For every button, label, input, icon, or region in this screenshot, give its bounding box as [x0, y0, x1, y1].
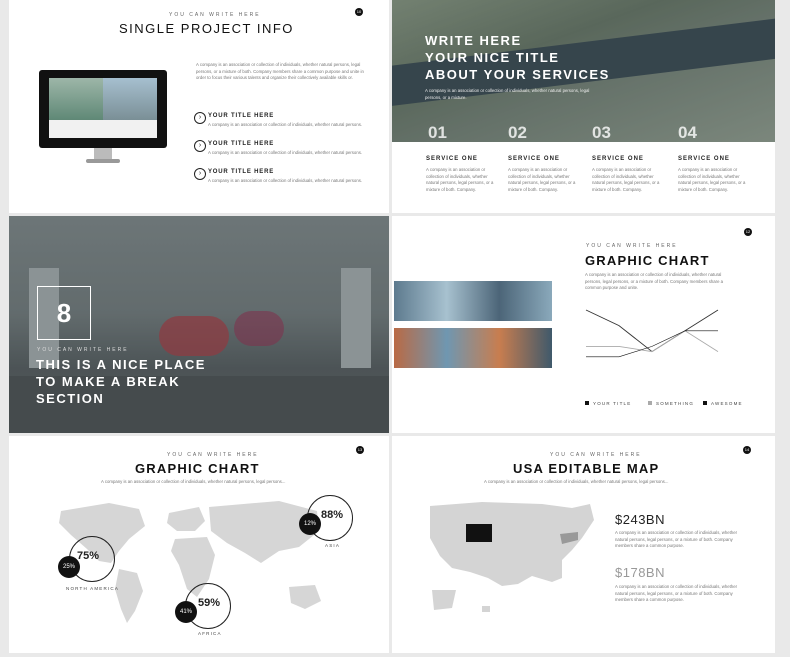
percent-outer-value: 59% — [198, 597, 221, 609]
percent-inner-value: 12% — [299, 513, 321, 535]
legend-swatch — [585, 401, 589, 405]
slide-usa-map[interactable]: YOU CAN WRITE HERE USA EDITABLE MAP 14 A… — [392, 436, 775, 653]
stat-value: $243BN — [615, 512, 665, 527]
item-title: YOUR TITLE HERE — [208, 141, 275, 147]
slide-title: GRAPHIC CHART — [135, 461, 260, 476]
slide-title: USA EDITABLE MAP — [513, 461, 660, 476]
service-title: SERVICE ONE — [508, 156, 560, 162]
slide-title: GRAPHIC CHART — [585, 253, 710, 268]
section-title-line: TO MAKE A BREAK — [36, 374, 181, 389]
service-title: SERVICE ONE — [678, 156, 730, 162]
region-label: ASIA — [325, 543, 341, 548]
body-text: A company is an association or collectio… — [484, 479, 669, 484]
hero-title-line: YOUR NICE TITLE — [425, 50, 560, 65]
section-title-line: THIS IS A NICE PLACE — [36, 357, 206, 372]
hero-title: WRITE HERE YOUR NICE TITLE ABOUT YOUR SE… — [425, 32, 610, 83]
page-number: 14 — [743, 446, 751, 454]
slide-eyebrow: YOU CAN WRITE HERE — [586, 243, 678, 249]
page-number: 12 — [744, 228, 752, 236]
slide-eyebrow: YOU CAN WRITE HERE — [37, 347, 129, 353]
service-text: A company is an association or collectio… — [508, 167, 576, 192]
service-number: 04 — [678, 123, 697, 142]
slide-graphic-chart-map[interactable]: YOU CAN WRITE HERE GRAPHIC CHART 13 A co… — [9, 436, 389, 653]
slide-services[interactable]: WRITE HERE YOUR NICE TITLE ABOUT YOUR SE… — [392, 0, 775, 213]
legend-swatch — [648, 401, 652, 405]
section-title: THIS IS A NICE PLACE TO MAKE A BREAK SEC… — [36, 356, 206, 407]
hero-title-line: WRITE HERE — [425, 33, 522, 48]
body-text: A company is an association or collectio… — [585, 272, 724, 291]
region-label: AFRICA — [198, 631, 222, 636]
item-text: A company is an association or collectio… — [208, 150, 363, 155]
service-text: A company is an association or collectio… — [592, 167, 660, 192]
slide-eyebrow: YOU CAN WRITE HERE — [550, 452, 642, 458]
service-number: 02 — [508, 123, 527, 142]
hero-subtext: A company is an association or collectio… — [425, 88, 590, 100]
item-title: YOUR TITLE HERE — [208, 169, 275, 175]
body-text: A company is an association or collectio… — [196, 62, 364, 81]
percent-outer-value: 75% — [77, 550, 100, 562]
chevron-right-icon: › — [194, 168, 206, 180]
usa-map — [430, 502, 594, 612]
line-chart — [585, 309, 719, 358]
slide-eyebrow: YOU CAN WRITE HERE — [169, 12, 261, 18]
service-number: 01 — [428, 123, 447, 142]
item-title: YOUR TITLE HERE — [208, 113, 275, 119]
monitor-base — [86, 159, 120, 163]
body-text: A company is an association or collectio… — [101, 479, 286, 484]
service-number: 03 — [592, 123, 611, 142]
slide-single-project-info[interactable]: YOU CAN WRITE HERE SINGLE PROJECT INFO 1… — [9, 0, 389, 213]
slide-eyebrow: YOU CAN WRITE HERE — [167, 452, 259, 458]
legend-label: SOMETHING — [656, 401, 695, 406]
percent-outer-value: 88% — [321, 509, 344, 521]
slide-title: SINGLE PROJECT INFO — [119, 21, 294, 36]
percent-inner-value: 25% — [58, 556, 80, 578]
legend-swatch — [703, 401, 707, 405]
legend-label: YOUR TITLE — [593, 401, 632, 406]
legend-label: AWESOME — [711, 401, 743, 406]
monitor-screen — [49, 78, 157, 138]
harbor-photo-bottom — [394, 328, 552, 368]
harbor-photo-top — [394, 281, 552, 321]
slide-section-break[interactable]: 8 YOU CAN WRITE HERE THIS IS A NICE PLAC… — [9, 216, 389, 433]
item-text: A company is an association or collectio… — [208, 178, 363, 183]
chart-series-line — [586, 330, 719, 353]
stat-text: A company is an association or collectio… — [615, 584, 738, 603]
stat-text: A company is an association or collectio… — [615, 530, 738, 549]
stat-value: $178BN — [615, 565, 665, 580]
page-number: 13 — [356, 446, 364, 454]
section-number-box: 8 — [37, 286, 91, 340]
chart-series-line — [586, 330, 718, 358]
region-label: NORTH AMERICA — [66, 586, 120, 591]
hero-title-line: ABOUT YOUR SERVICES — [425, 67, 610, 82]
monitor-illustration — [39, 70, 167, 148]
chevron-right-icon: › — [194, 112, 206, 124]
chevron-right-icon: › — [194, 140, 206, 152]
slide-graphic-chart-line[interactable]: 12 YOU CAN WRITE HERE GRAPHIC CHART A co… — [392, 216, 775, 433]
service-title: SERVICE ONE — [426, 156, 478, 162]
item-text: A company is an association or collectio… — [208, 122, 363, 127]
section-title-line: SECTION — [36, 391, 105, 406]
percent-inner-value: 41% — [175, 601, 197, 623]
page-number: 10 — [355, 8, 363, 16]
service-title: SERVICE ONE — [592, 156, 644, 162]
service-text: A company is an association or collectio… — [678, 167, 746, 192]
service-text: A company is an association or collectio… — [426, 167, 494, 192]
